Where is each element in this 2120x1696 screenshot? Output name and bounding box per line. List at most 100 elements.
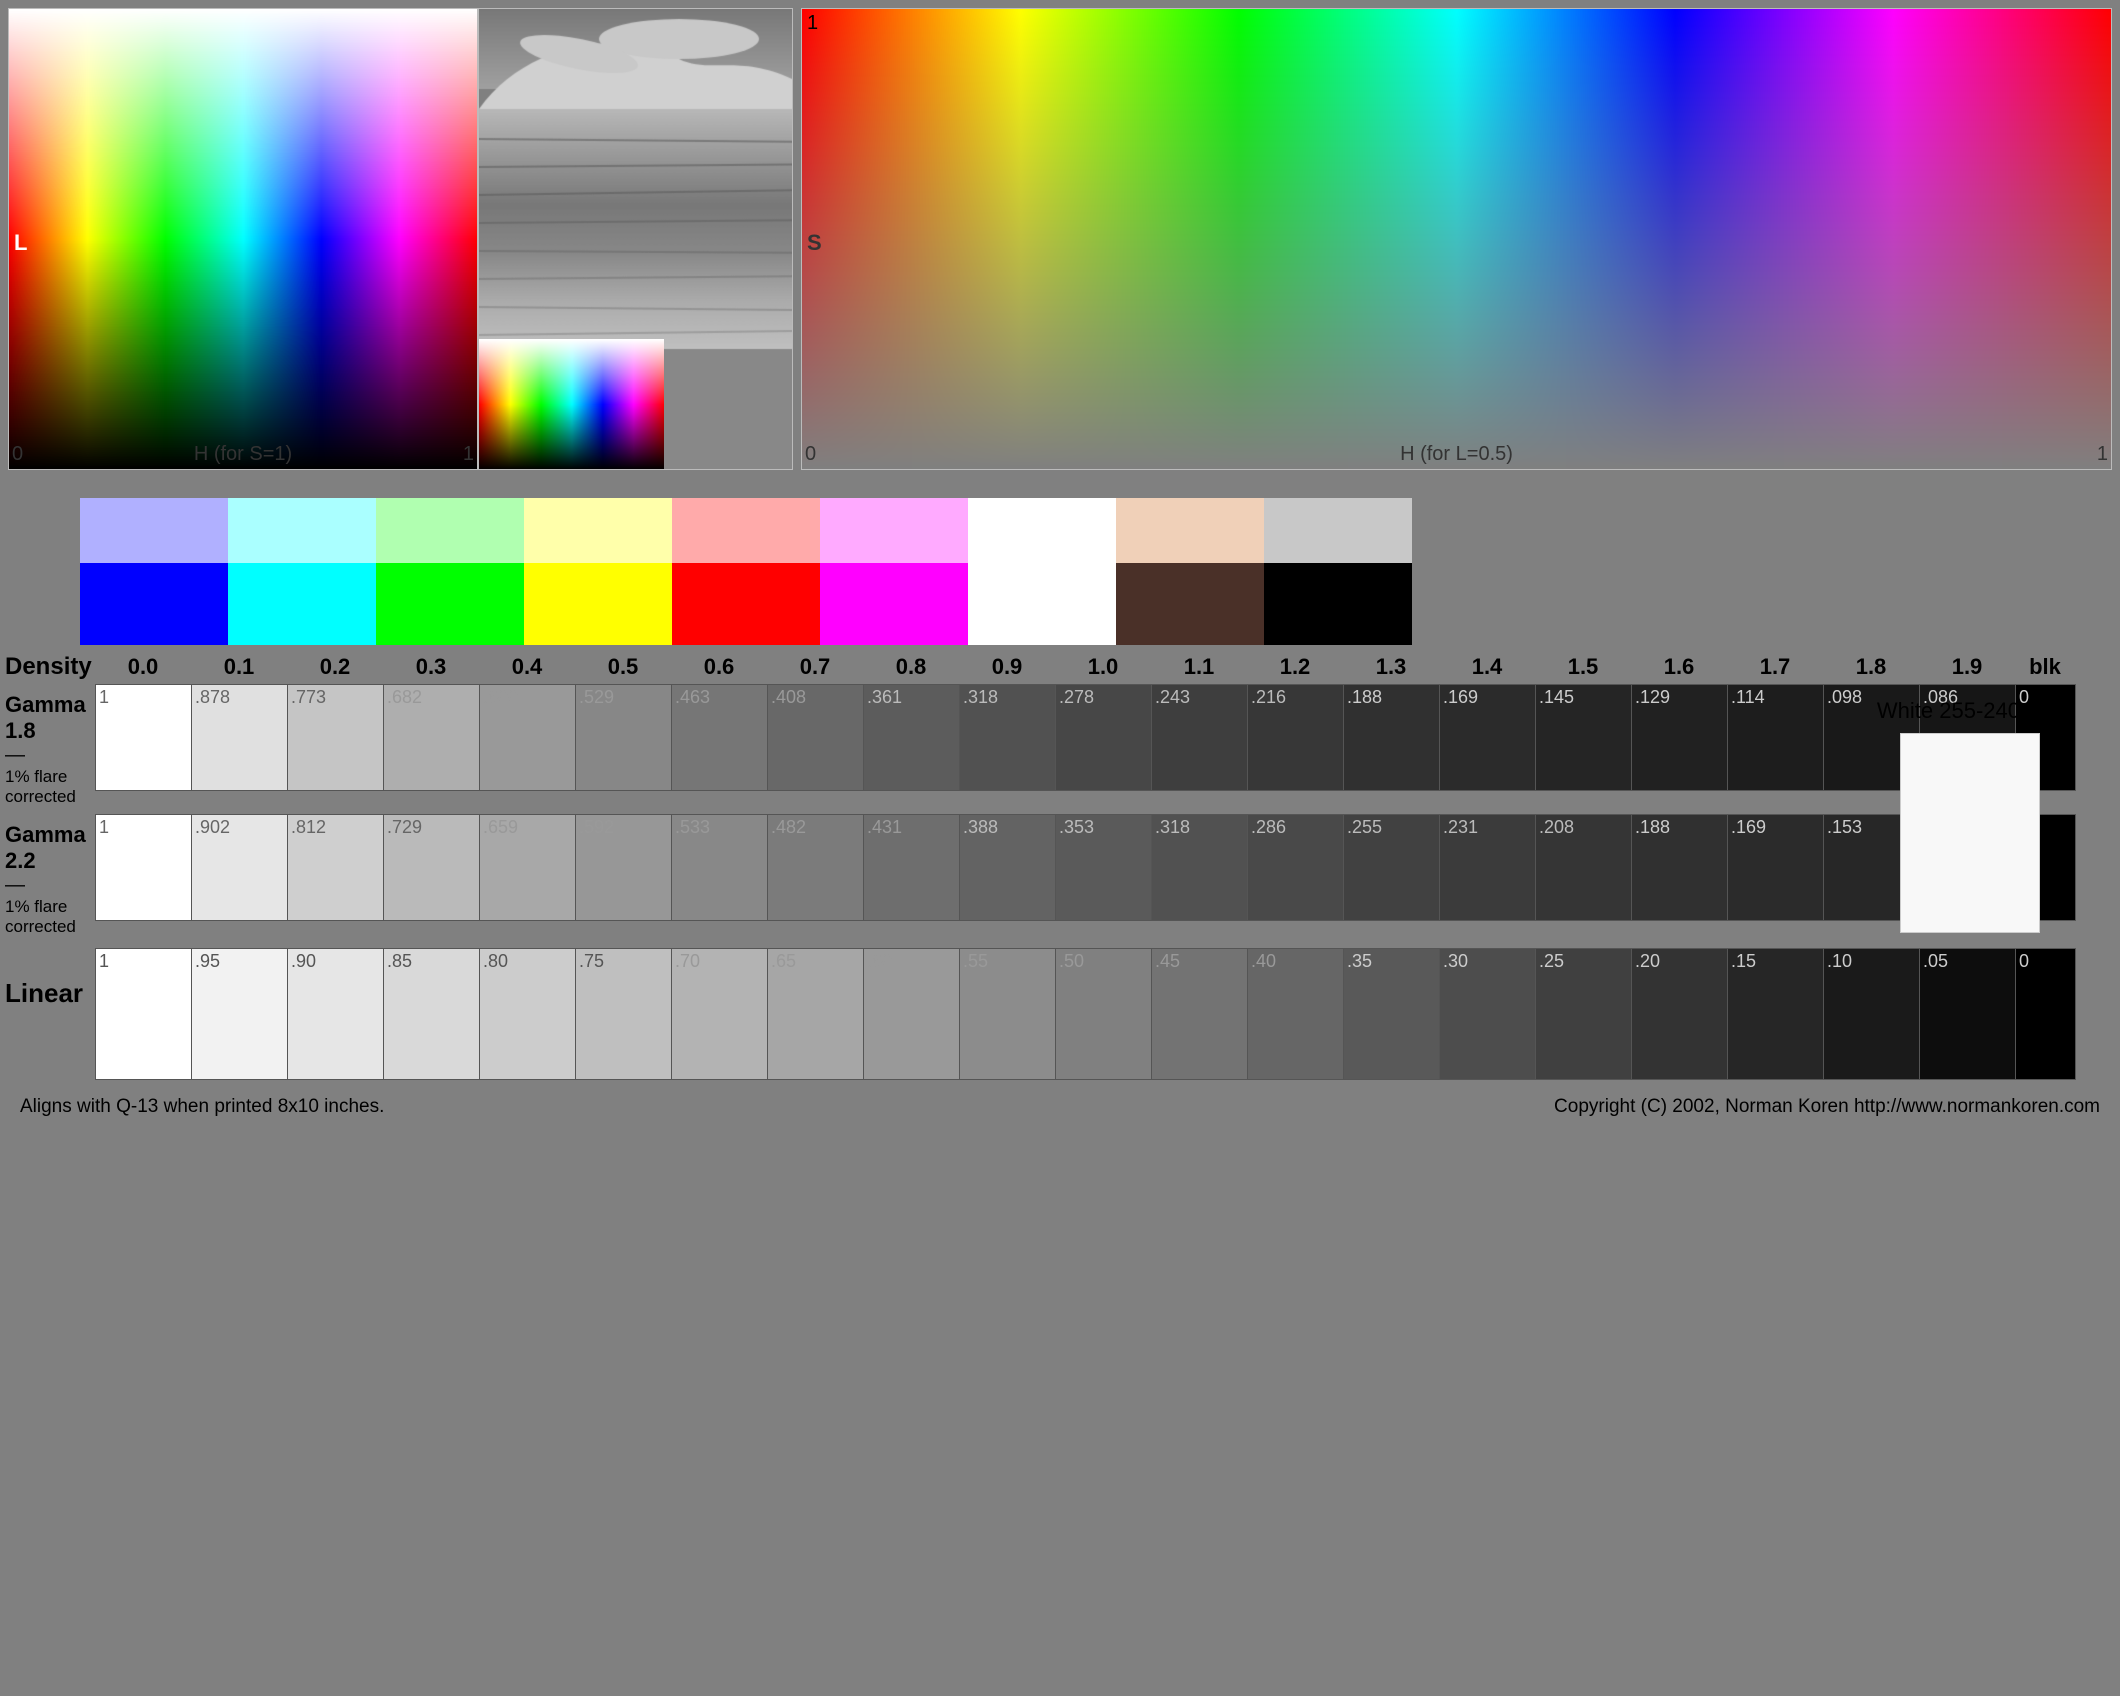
white-sample-label: White 255-240 [1877,698,2020,724]
color-swatch-row1 [80,498,2120,563]
linear-val-6: .70 [675,951,700,972]
linear-cell-20: 0 [2016,949,2076,1079]
swatch-bottom-2 [376,563,524,645]
gamma18Cells-val-10: .278 [1059,687,1094,708]
gamma22Cells-val-14: .231 [1443,817,1478,838]
density-num-11: 1.1 [1151,654,1247,680]
gamma18Cells-val-13: .188 [1347,687,1382,708]
gamma18-label: Gamma 1.8 — 1% flarecorrected [5,684,95,806]
linear-cell-5: .75 [576,949,672,1079]
linear-cell-15: .25 [1536,949,1632,1079]
gamma22Cells-val-1: .902 [195,817,230,838]
density-num-1: 0.1 [191,654,287,680]
swatch-top-7 [1116,498,1264,563]
gamma18Cells-cell-5: .529 [576,685,672,790]
linear-val-4: .80 [483,951,508,972]
gamma22Cells-val-2: .812 [291,817,326,838]
hs-label-1-top: 1 [807,12,818,35]
hl-label-h: H (for S=1) [194,443,292,466]
footer-right-text: Copyright (C) 2002, Norman Koren http://… [1554,1096,2100,1118]
linear-val-14: .30 [1443,951,1468,972]
linear-title: Linear [5,978,95,1009]
gamma18Cells-val-11: .243 [1155,687,1190,708]
linear-cell-4: .80 [480,949,576,1079]
linear-cell-17: .15 [1728,949,1824,1079]
swatch-bottom-0 [80,563,228,645]
linear-val-10: .50 [1059,951,1084,972]
swatch-bottom-7 [1116,563,1264,645]
gamma18Cells-val-6: .463 [675,687,710,708]
swatch-top-3 [524,498,672,563]
linear-val-12: .40 [1251,951,1276,972]
density-numbers: 0.00.10.20.30.40.50.60.70.80.91.01.11.21… [95,654,2075,680]
linear-val-16: .20 [1635,951,1660,972]
gamma22Cells-val-17: .169 [1731,817,1766,838]
gamma18Cells-cell-9: .318 [960,685,1056,790]
swatch-top-4 [672,498,820,563]
gamma22Cells-cell-10: .353 [1056,815,1152,920]
gamma18Cells-val-15: .145 [1539,687,1574,708]
density-num-13: 1.3 [1343,654,1439,680]
gamma18-value: 1.8 [5,718,95,744]
gamma22Cells-val-3: .729 [387,817,422,838]
gamma18Cells-cell-11: .243 [1152,685,1248,790]
linear-val-3: .85 [387,951,412,972]
gamma22Cells-val-9: .388 [963,817,998,838]
gamma22-label: Gamma 2.2 — 1% flarecorrected [5,814,95,936]
linear-cell-6: .70 [672,949,768,1079]
hs-label-1-right: 1 [2097,443,2108,466]
gamma22Cells-cell-16: .188 [1632,815,1728,920]
density-label: Density [5,653,95,681]
gamma18Cells-cell-6: .463 [672,685,768,790]
gamma22Cells-val-6: .533 [675,817,710,838]
gamma22-cells: 1.902.812.729.659.592.533.482.431.388.35… [95,814,2076,921]
gamma22Cells-cell-1: .902 [192,815,288,920]
gamma18Cells-val-8: .361 [867,687,902,708]
density-num-18: 1.8 [1823,654,1919,680]
density-num-3: 0.3 [383,654,479,680]
gamma22-flare: 1% flarecorrected [5,897,95,936]
gamma18Cells-val-9: .318 [963,687,998,708]
density-num-6: 0.6 [671,654,767,680]
linear-cell-2: .90 [288,949,384,1079]
gamma22Cells-cell-17: .169 [1728,815,1824,920]
density-num-17: 1.7 [1727,654,1823,680]
linear-cell-13: .35 [1344,949,1440,1079]
linear-label: Linear [5,948,95,1009]
gamma18-cells: 1.878.773.682.600.529.463.408.361.318.27… [95,684,2076,791]
gamma18Cells-val-5: .529 [579,687,614,708]
gamma18Cells-val-7: .408 [771,687,806,708]
swatch-bottom-8 [1264,563,1412,645]
linear-val-1: .95 [195,951,220,972]
density-header: Density 0.00.10.20.30.40.50.60.70.80.91.… [5,653,2120,681]
gamma18Cells-cell-12: .216 [1248,685,1344,790]
gamma22Cells-cell-11: .318 [1152,815,1248,920]
gamma22Cells-cell-14: .231 [1440,815,1536,920]
linear-val-11: .45 [1155,951,1180,972]
linear-val-19: .05 [1923,951,1948,972]
gamma18Cells-cell-14: .169 [1440,685,1536,790]
gamma18Cells-val-16: .129 [1635,687,1670,708]
gamma22Cells-cell-3: .729 [384,815,480,920]
density-num-19: 1.9 [1919,654,2015,680]
linear-val-8: .60 [867,951,892,972]
gamma22Cells-cell-12: .286 [1248,815,1344,920]
gamma22Cells-val-18: .153 [1827,817,1862,838]
gamma18Cells-cell-1: .878 [192,685,288,790]
density-num-8: 0.8 [863,654,959,680]
gamma18Cells-val-2: .773 [291,687,326,708]
gamma18-dash: — [5,744,95,767]
gamma18Cells-val-12: .216 [1251,687,1286,708]
color-swatches-section [0,483,2120,645]
linear-cell-16: .20 [1632,949,1728,1079]
gamma18Cells-cell-17: .114 [1728,685,1824,790]
gamma22Cells-val-7: .482 [771,817,806,838]
gamma22Cells-cell-0: 1 [96,815,192,920]
density-num-15: 1.5 [1535,654,1631,680]
gamma22Cells-val-0: 1 [99,817,109,838]
hs-label-h: H (for L=0.5) [1400,443,1513,466]
mini-swatch [479,339,664,469]
gamma18Cells-val-14: .169 [1443,687,1478,708]
linear-val-2: .90 [291,951,316,972]
gamma18-flare: 1% flarecorrected [5,767,95,806]
